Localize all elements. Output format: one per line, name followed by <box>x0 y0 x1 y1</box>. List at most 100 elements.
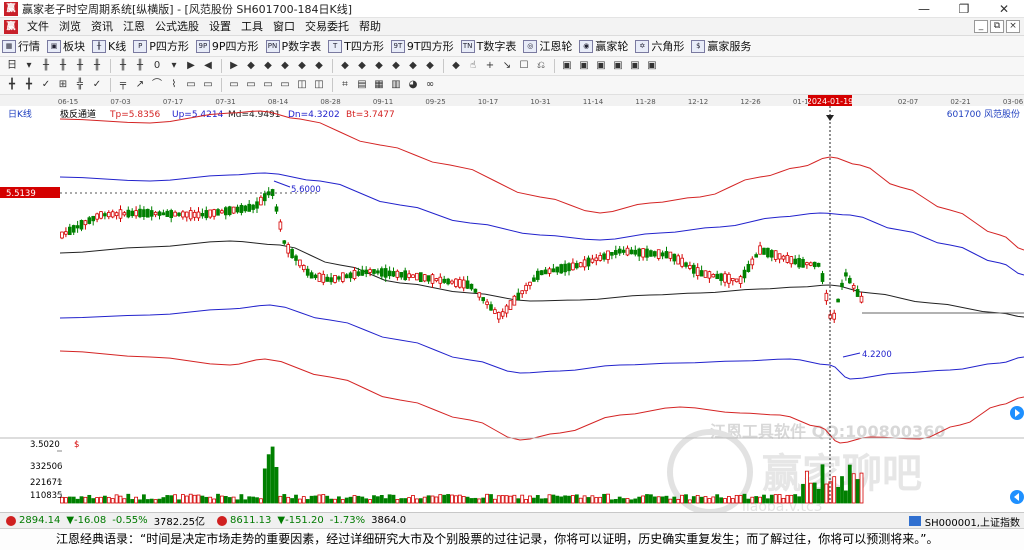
menu-gann[interactable]: 江恩 <box>118 18 150 36</box>
menu-formula[interactable]: 公式选股 <box>150 18 204 36</box>
tool-icon[interactable]: ╫ <box>115 59 131 73</box>
tool-icon[interactable]: ◀ <box>200 59 216 73</box>
tool-icon[interactable]: ◕ <box>405 78 421 92</box>
tool-icon[interactable]: ✓ <box>38 78 54 92</box>
toolbar-button-1[interactable]: ▣ 板块 <box>47 38 85 54</box>
tool-icon[interactable]: ▥ <box>388 78 404 92</box>
tool-icon[interactable]: ▭ <box>226 78 242 92</box>
tool-icon[interactable]: ◆ <box>354 59 370 73</box>
toolbar-button-3[interactable]: P P四方形 <box>133 38 189 54</box>
candle-body <box>337 276 341 280</box>
menu-browse[interactable]: 浏览 <box>54 18 86 36</box>
mdi-close-button[interactable]: × <box>1006 20 1020 33</box>
tool-icon[interactable]: ↘ <box>499 59 515 73</box>
kline-chart[interactable]: 06-15 07-03 07-17 07-31 08-14 08-28 09-11 09-25… <box>0 95 1024 512</box>
tool-icon[interactable]: ▭ <box>243 78 259 92</box>
tool-icon[interactable]: ▾ <box>21 59 37 73</box>
menu-settings[interactable]: 设置 <box>204 18 236 36</box>
tool-icon[interactable]: 日 <box>4 59 20 73</box>
tool-icon[interactable]: ☝ <box>465 59 481 73</box>
toolbar-button-6[interactable]: T T四方形 <box>328 38 384 54</box>
toolbar-button-9[interactable]: ◎ 江恩轮 <box>523 38 572 54</box>
tool-icon[interactable]: ▣ <box>593 59 609 73</box>
tool-icon[interactable]: ⎌ <box>533 59 549 73</box>
tool-icon[interactable]: ☐ <box>516 59 532 73</box>
tool-icon[interactable]: ◆ <box>422 59 438 73</box>
menu-window[interactable]: 窗口 <box>268 18 300 36</box>
toolbar-button-4[interactable]: 9P 9P四方形 <box>195 38 259 54</box>
tool-icon[interactable]: ╫ <box>38 59 54 73</box>
menu-file[interactable]: 文件 <box>22 18 54 36</box>
tool-icon[interactable]: ▣ <box>559 59 575 73</box>
toolbar-button-8[interactable]: TN T数字表 <box>460 38 516 54</box>
tool-icon[interactable]: ▶ <box>183 59 199 73</box>
toolbar-button-10[interactable]: ◉ 赢家轮 <box>579 38 628 54</box>
tool-icon[interactable]: ◆ <box>337 59 353 73</box>
tool-icon[interactable]: ▾ <box>166 59 182 73</box>
tool-icon[interactable]: ◆ <box>294 59 310 73</box>
tool-icon[interactable]: ⊞ <box>55 78 71 92</box>
index-selector[interactable]: SH000001,上证指数 <box>908 513 1020 529</box>
toolbar-button-12[interactable]: $ 赢家服务 <box>691 38 751 54</box>
tool-icon[interactable]: ╤ <box>115 78 131 92</box>
menu-info[interactable]: 资讯 <box>86 18 118 36</box>
tool-icon[interactable]: ◆ <box>448 59 464 73</box>
tool-icon[interactable]: ◫ <box>311 78 327 92</box>
toolbar-button-2[interactable]: ╫ K线 <box>92 38 126 54</box>
menu-tools[interactable]: 工具 <box>236 18 268 36</box>
tool-icon[interactable]: ▭ <box>277 78 293 92</box>
tool-icon[interactable]: ╫ <box>72 59 88 73</box>
toolbar-button-0[interactable]: ▦ 行情 <box>2 38 40 54</box>
close-button[interactable]: ✕ <box>984 0 1024 18</box>
volume-bar <box>672 496 677 504</box>
toolbar-button-11[interactable]: ✡ 六角形 <box>635 38 684 54</box>
tool-icon[interactable]: ▭ <box>260 78 276 92</box>
mdi-restore-button[interactable]: ⧉ <box>990 20 1004 33</box>
candle-body <box>746 263 751 272</box>
menu-help[interactable]: 帮助 <box>354 18 386 36</box>
candle-body <box>711 274 716 278</box>
tool-icon[interactable]: ✓ <box>89 78 105 92</box>
tool-icon[interactable]: ⌇ <box>166 78 182 92</box>
tool-icon[interactable]: ╫ <box>89 59 105 73</box>
tool-icon[interactable]: ╬ <box>72 78 88 92</box>
tool-icon[interactable]: ◆ <box>277 59 293 73</box>
tool-icon[interactable]: ╫ <box>132 59 148 73</box>
mdi-minimize-button[interactable]: _ <box>974 20 988 33</box>
tool-icon[interactable]: ⌗ <box>337 78 353 92</box>
tool-icon[interactable]: ▣ <box>644 59 660 73</box>
restore-button[interactable]: ❐ <box>944 0 984 18</box>
tool-icon[interactable]: ⌒ <box>149 78 165 92</box>
tool-icon[interactable]: ▭ <box>200 78 216 92</box>
tool-icon[interactable]: ▦ <box>371 78 387 92</box>
tool-icon[interactable]: ▣ <box>610 59 626 73</box>
tool-icon[interactable]: ▭ <box>183 78 199 92</box>
tool-icon[interactable]: ◆ <box>311 59 327 73</box>
tool-icon[interactable]: ◆ <box>371 59 387 73</box>
minimize-button[interactable]: — <box>904 0 944 18</box>
tool-icon[interactable]: ▣ <box>627 59 643 73</box>
tool-icon[interactable]: ◫ <box>294 78 310 92</box>
toolbar-button-7[interactable]: 9T 9T四方形 <box>390 38 454 54</box>
menu-trade[interactable]: 交易委托 <box>300 18 354 36</box>
menu-logo-icon[interactable]: 赢 <box>4 19 18 34</box>
candle-body <box>239 204 244 213</box>
tool-icon[interactable]: + <box>482 59 498 73</box>
tool-icon[interactable]: ◆ <box>388 59 404 73</box>
tool-icon[interactable]: ◆ <box>405 59 421 73</box>
tool-icon[interactable]: ◆ <box>243 59 259 73</box>
tool-icon[interactable]: ∞ <box>422 78 438 92</box>
toolbar-button-5[interactable]: PN P数字表 <box>265 38 321 54</box>
volume-bar <box>67 496 72 504</box>
candle-body <box>118 209 123 219</box>
tool-icon[interactable]: 0 <box>149 59 165 73</box>
tool-icon[interactable]: ▣ <box>576 59 592 73</box>
candle-body <box>602 253 606 260</box>
tool-icon[interactable]: ▤ <box>354 78 370 92</box>
tool-icon[interactable]: ▶ <box>226 59 242 73</box>
tool-icon[interactable]: ◆ <box>260 59 276 73</box>
tool-icon[interactable]: ↗ <box>132 78 148 92</box>
tool-icon[interactable]: ╋ <box>21 78 37 92</box>
tool-icon[interactable]: ╋ <box>4 78 20 92</box>
tool-icon[interactable]: ╫ <box>55 59 71 73</box>
